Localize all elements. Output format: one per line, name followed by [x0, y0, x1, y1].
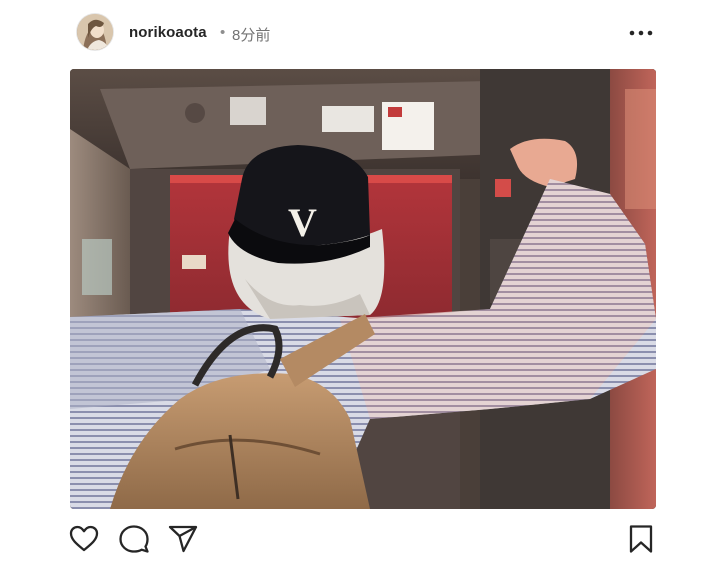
more-horizontal-icon [629, 30, 653, 36]
heart-icon [69, 525, 99, 552]
share-button[interactable] [167, 523, 199, 555]
paper-plane-icon [168, 525, 198, 553]
more-options-button[interactable] [626, 22, 656, 44]
avatar-image [77, 14, 113, 50]
separator-dot: • [220, 24, 226, 41]
post-actions-bar [0, 515, 713, 564]
comment-bubble-icon [119, 525, 149, 553]
photo-illustration: V [70, 69, 656, 509]
username-link[interactable]: norikoaota [129, 24, 207, 41]
post-photo[interactable]: V [70, 69, 656, 509]
post-timestamp[interactable]: 8分前 [232, 24, 270, 45]
like-button[interactable] [68, 523, 100, 555]
comment-button[interactable] [118, 523, 150, 555]
bookmark-icon [629, 525, 653, 553]
instagram-post: norikoaota • 8分前 V [0, 0, 713, 564]
post-header: norikoaota • 8分前 [0, 0, 713, 66]
save-button[interactable] [625, 523, 657, 555]
cap-letter: V [288, 200, 317, 245]
avatar[interactable] [77, 14, 113, 50]
